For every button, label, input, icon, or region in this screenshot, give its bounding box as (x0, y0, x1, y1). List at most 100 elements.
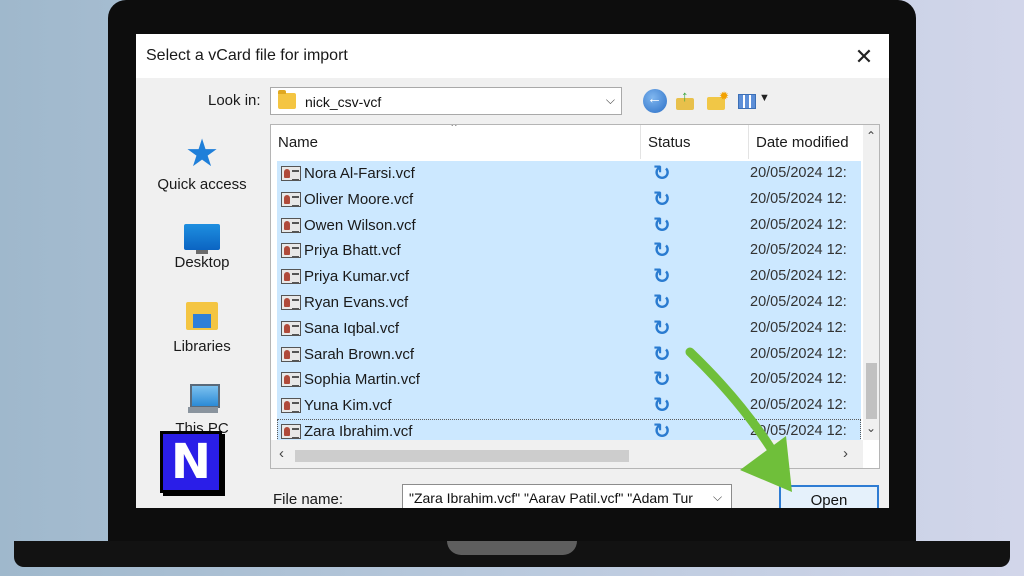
column-header-label: Date modified (756, 134, 849, 151)
laptop-notch (447, 541, 577, 555)
vcard-file-icon (281, 217, 301, 233)
file-date-modified: 20/05/2024 12: (750, 216, 847, 233)
sync-pending-icon: ↻ (653, 265, 671, 289)
view-menu-button[interactable]: ▼ (737, 89, 773, 113)
star-icon (184, 131, 220, 176)
sync-pending-icon: ↻ (653, 316, 671, 340)
place-libraries[interactable]: Libraries (146, 300, 258, 355)
vcard-file-icon (281, 372, 301, 388)
file-date-modified: 20/05/2024 12: (750, 293, 847, 310)
chevron-down-icon: ▼ (759, 92, 770, 104)
column-header-name[interactable]: ⌃ Name (271, 125, 641, 159)
place-this-pc[interactable]: This PC (146, 382, 258, 437)
new-folder-button[interactable]: ✹ (706, 89, 730, 113)
column-header-date-modified[interactable]: Date modified (749, 125, 863, 159)
table-row[interactable]: Owen Wilson.vcf ↻ 20/05/2024 12: (277, 212, 861, 239)
file-name: Yuna Kim.vcf (304, 397, 392, 415)
table-row[interactable]: Sophia Martin.vcf ↻ 20/05/2024 12: (277, 367, 861, 394)
table-row[interactable]: Ryan Evans.vcf ↻ 20/05/2024 12: (277, 289, 861, 316)
sync-pending-icon: ↻ (653, 368, 671, 392)
sort-ascending-icon: ⌃ (449, 124, 460, 135)
file-name-input[interactable]: "Zara Ibrahim.vcf" "Aarav Patil.vcf" "Ad… (402, 484, 732, 508)
file-name: Priya Kumar.vcf (304, 268, 410, 286)
file-name: Owen Wilson.vcf (304, 216, 416, 234)
file-date-modified: 20/05/2024 12: (750, 268, 847, 285)
file-date-modified: 20/05/2024 12: (750, 371, 847, 388)
scroll-left-icon[interactable]: ‹ (279, 445, 284, 462)
file-rows: Nora Al-Farsi.vcf ↻ 20/05/2024 12: Oliver M… (277, 161, 861, 445)
desktop-icon (184, 224, 220, 254)
file-date-modified: 20/05/2024 12: (750, 397, 847, 414)
look-in-label: Look in: (208, 92, 261, 109)
file-date-modified: 20/05/2024 12: (750, 242, 847, 259)
dialog-titlebar: Select a vCard file for import ✕ (136, 34, 889, 78)
file-name: Priya Bhatt.vcf (304, 242, 401, 260)
sync-pending-icon: ↻ (653, 394, 671, 418)
chevron-down-icon[interactable]: ⌵ (713, 490, 722, 505)
sync-pending-icon: ↻ (653, 213, 671, 237)
column-header-status[interactable]: Status (641, 125, 749, 159)
vcard-file-icon (281, 191, 301, 207)
vcard-file-icon (281, 243, 301, 259)
table-row[interactable]: Sana Iqbal.vcf ↻ 20/05/2024 12: (277, 315, 861, 342)
table-row[interactable]: Sarah Brown.vcf ↻ 20/05/2024 12: (277, 341, 861, 368)
file-date-modified: 20/05/2024 12: (750, 319, 847, 336)
table-row[interactable]: Nora Al-Farsi.vcf ↻ 20/05/2024 12: (277, 161, 861, 187)
vcard-file-icon (281, 294, 301, 310)
vcard-file-icon (281, 423, 301, 439)
file-name-label: File name: (273, 491, 344, 508)
file-name: Ryan Evans.vcf (304, 293, 409, 311)
horizontal-scrollbar[interactable]: ‹ › (271, 440, 863, 468)
column-header-label: Name (278, 134, 319, 151)
place-quick-access[interactable]: Quick access (146, 131, 258, 193)
scrollbar-thumb[interactable] (866, 363, 877, 419)
table-row[interactable]: Priya Bhatt.vcf ↻ 20/05/2024 12: (277, 238, 861, 265)
vcard-file-icon (281, 398, 301, 414)
place-label: Desktop (174, 254, 230, 271)
look-in-value: nick_csv-vcf (305, 94, 382, 110)
file-date-modified: 20/05/2024 12: (750, 345, 847, 362)
vcard-file-icon (281, 346, 301, 362)
sparkle-icon: ✹ (719, 89, 730, 103)
file-open-dialog: Select a vCard file for import ✕ Look in… (136, 34, 889, 508)
file-name: Sarah Brown.vcf (304, 345, 415, 363)
file-list[interactable]: ⌃ Name Status Date modified Nora Al-Fars… (270, 124, 880, 469)
sync-pending-icon: ↻ (653, 342, 671, 366)
place-label: Quick access (157, 176, 247, 193)
sync-pending-icon: ↻ (653, 290, 671, 314)
open-button[interactable]: Open (779, 485, 879, 508)
file-name: Zara Ibrahim.vcf (304, 422, 413, 440)
file-name: Sophia Martin.vcf (304, 371, 420, 389)
scroll-up-icon[interactable]: ⌃ (866, 129, 876, 143)
libraries-icon (184, 300, 220, 334)
file-name: Nora Al-Farsi.vcf (304, 165, 415, 182)
scrollbar-thumb[interactable] (295, 450, 629, 462)
folder-icon (278, 90, 296, 109)
vertical-scrollbar[interactable]: ⌃ ⌄ (863, 125, 879, 440)
chevron-down-icon: ⌵ (605, 93, 615, 107)
table-row[interactable]: Oliver Moore.vcf ↻ 20/05/2024 12: (277, 186, 861, 213)
back-button[interactable] (643, 89, 667, 113)
place-desktop[interactable]: Desktop (146, 218, 258, 271)
scroll-right-icon[interactable]: › (843, 445, 848, 462)
sync-pending-icon: ↻ (653, 162, 671, 185)
table-row[interactable]: Yuna Kim.vcf ↻ 20/05/2024 12: (277, 393, 861, 419)
channel-logo: N (160, 431, 222, 493)
place-label: Libraries (173, 338, 231, 355)
file-date-modified: 20/05/2024 12: (750, 190, 847, 207)
dialog-title: Select a vCard file for import (146, 47, 348, 64)
up-arrow-icon: ↑ (681, 88, 689, 105)
file-name: Oliver Moore.vcf (304, 190, 414, 208)
sync-pending-icon: ↻ (653, 187, 671, 211)
scroll-down-icon[interactable]: ⌄ (866, 421, 876, 435)
sync-pending-icon: ↻ (653, 239, 671, 263)
computer-icon (184, 382, 220, 416)
file-name: Sana Iqbal.vcf (304, 319, 400, 337)
close-button[interactable]: ✕ (846, 42, 882, 72)
file-date-modified: 20/05/2024 12: (750, 422, 847, 439)
file-date-modified: 20/05/2024 12: (750, 165, 847, 181)
look-in-dropdown[interactable]: nick_csv-vcf ⌵ (270, 87, 622, 115)
table-row[interactable]: Priya Kumar.vcf ↻ 20/05/2024 12: (277, 264, 861, 290)
up-one-level-button[interactable]: ↑ (674, 88, 698, 113)
close-icon: ✕ (854, 44, 874, 69)
